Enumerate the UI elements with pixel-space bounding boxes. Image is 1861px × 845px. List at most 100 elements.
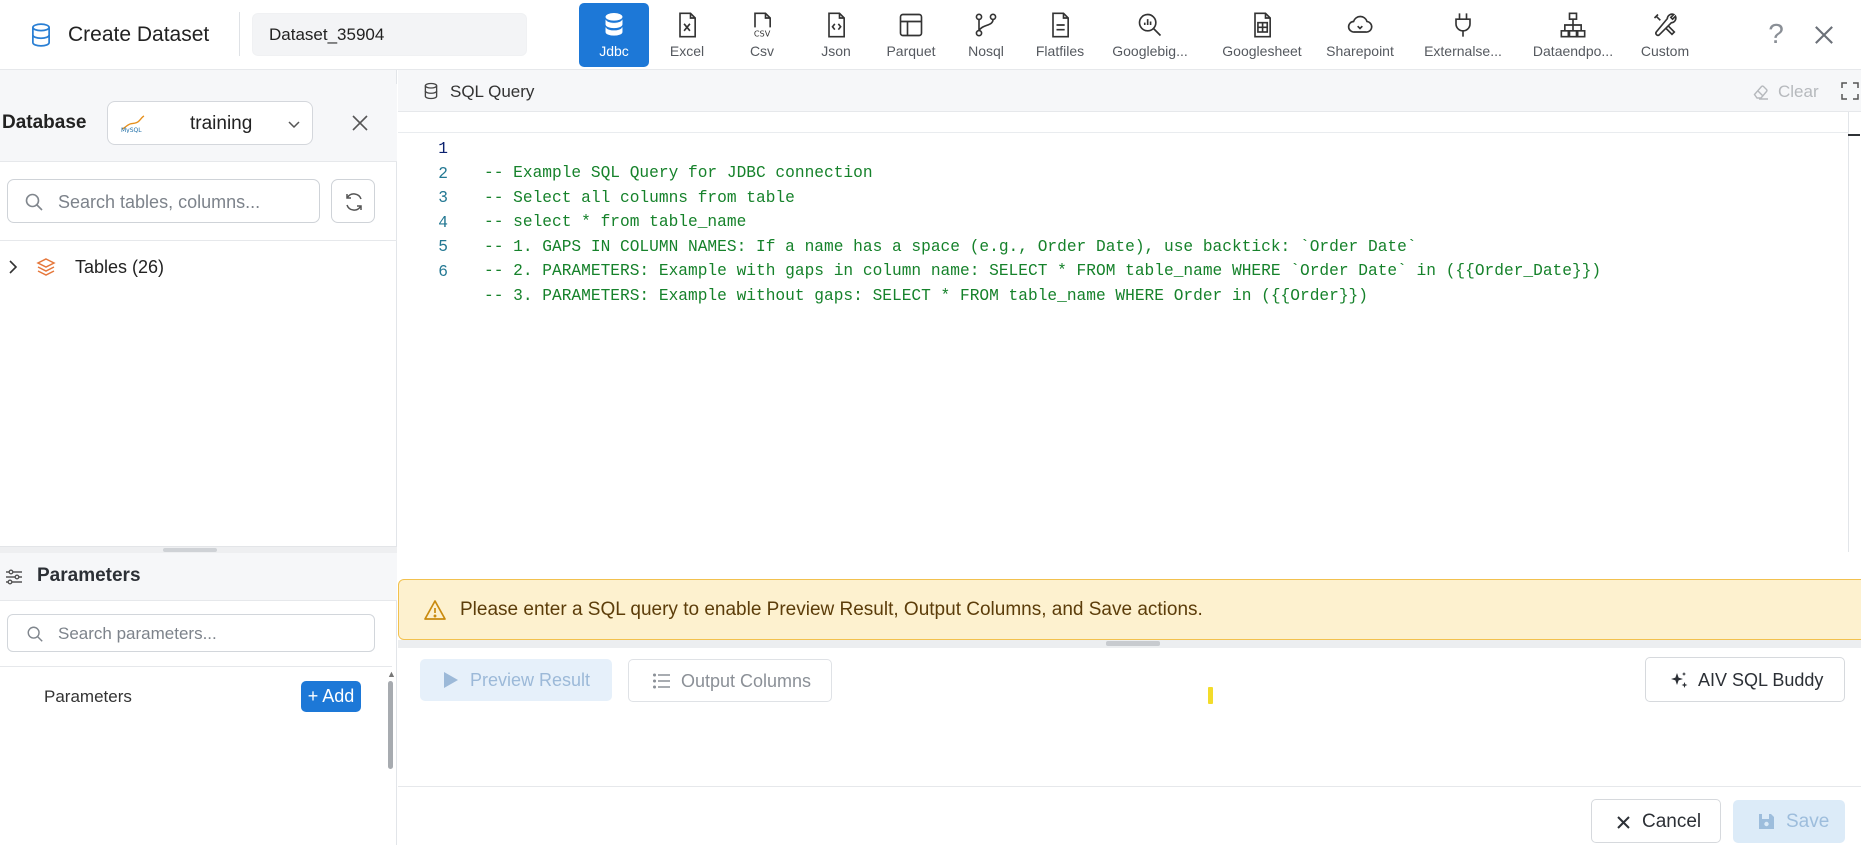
output-columns-button[interactable]: Output Columns bbox=[628, 659, 832, 702]
dataset-name-input[interactable] bbox=[252, 13, 527, 56]
sql-query-header: SQL Query Clear bbox=[398, 70, 1861, 112]
left-panel-gap bbox=[0, 70, 397, 84]
parameter-search-input[interactable]: Search parameters... bbox=[7, 614, 375, 652]
line-number: 6 bbox=[438, 263, 448, 281]
close-icon[interactable] bbox=[1810, 19, 1838, 51]
tables-tree-node[interactable]: Tables (26) bbox=[5, 252, 164, 282]
sql-buddy-button[interactable]: AIV SQL Buddy bbox=[1645, 657, 1845, 702]
search-placeholder: Search parameters... bbox=[58, 624, 217, 643]
svg-text:MySQL: MySQL bbox=[121, 127, 142, 133]
grip bbox=[163, 548, 217, 552]
database-icon bbox=[605, 13, 623, 36]
source-tab-googlebigquery[interactable]: Googlebig... bbox=[1100, 3, 1200, 67]
database-select[interactable]: MySQL training bbox=[107, 101, 313, 145]
clear-label: Clear bbox=[1778, 82, 1819, 101]
code-text: -- 2. PARAMETERS: Example with gaps in c… bbox=[484, 262, 1602, 280]
cancel-button[interactable]: Cancel bbox=[1591, 799, 1721, 843]
page-title: Create Dataset bbox=[68, 23, 210, 46]
mysql-logo-icon: MySQL bbox=[121, 115, 145, 133]
close-database-icon[interactable] bbox=[350, 113, 370, 133]
divider bbox=[239, 12, 240, 56]
source-tab-jdbc[interactable]: Jdbc bbox=[579, 3, 649, 67]
database-selected-value: training bbox=[190, 113, 253, 134]
close-icon bbox=[1617, 816, 1630, 829]
search-chart-icon bbox=[1138, 13, 1162, 37]
database-label: Database bbox=[2, 112, 87, 133]
document-icon bbox=[1052, 12, 1069, 38]
source-tab-label: Googlebig... bbox=[1112, 43, 1188, 59]
excel-file-icon bbox=[679, 12, 696, 38]
code-line: 3 -- select * from table_name bbox=[398, 162, 1848, 231]
refresh-button[interactable] bbox=[331, 179, 375, 223]
source-tab-csv[interactable]: CSV Csv bbox=[727, 3, 797, 67]
app-title-group: Create Dataset bbox=[28, 18, 209, 52]
code-line: 4 -- 1. GAPS IN COLUMN NAMES: If a name … bbox=[398, 187, 1848, 256]
source-tab-nosql[interactable]: Nosql bbox=[951, 3, 1021, 67]
source-tab-label: Sharepoint bbox=[1326, 43, 1394, 59]
warning-text: Please enter a SQL query to enable Previ… bbox=[460, 599, 1203, 620]
parquet-layout-icon bbox=[899, 13, 923, 37]
chevron-down-icon bbox=[288, 121, 300, 129]
source-tab-label: Externalse... bbox=[1424, 43, 1502, 59]
sql-buddy-label: AIV SQL Buddy bbox=[1698, 670, 1824, 690]
spreadsheet-icon bbox=[1254, 12, 1271, 38]
grip bbox=[1106, 641, 1160, 646]
sparkle-icon bbox=[1671, 672, 1688, 688]
divider bbox=[0, 666, 392, 667]
parameters-title: Parameters bbox=[37, 565, 141, 586]
left-panel: Database MySQL training Search tables, c… bbox=[0, 84, 397, 845]
source-tab-googlesheet[interactable]: Googlesheet bbox=[1216, 3, 1308, 67]
vertical-resize-handle[interactable] bbox=[0, 546, 397, 553]
cloud-icon bbox=[1347, 15, 1373, 33]
sql-code-editor[interactable]: 1 -- Example SQL Query for JDBC connecti… bbox=[398, 112, 1860, 552]
warning-banner: Please enter a SQL query to enable Previ… bbox=[398, 579, 1861, 640]
source-tab-label: Jdbc bbox=[599, 43, 629, 59]
eraser-icon bbox=[1753, 85, 1768, 100]
source-tab-custom[interactable]: Custom bbox=[1630, 3, 1700, 67]
source-tab-externalservice[interactable]: Externalse... bbox=[1418, 3, 1508, 67]
chevron-right-icon bbox=[9, 260, 18, 274]
tables-label: Tables (26) bbox=[75, 256, 165, 277]
source-tab-label: Custom bbox=[1640, 43, 1690, 59]
database-header: Database MySQL training bbox=[0, 84, 397, 162]
search-icon bbox=[25, 193, 43, 211]
divider bbox=[0, 240, 397, 241]
layers-icon bbox=[36, 258, 56, 276]
scroll-up-arrow[interactable]: ▲ bbox=[387, 669, 396, 679]
add-parameter-button[interactable]: + Add bbox=[301, 681, 361, 712]
source-tab-label: Json bbox=[821, 43, 851, 59]
preview-result-button[interactable]: Preview Result bbox=[420, 659, 612, 701]
parameters-header: Parameters bbox=[0, 553, 397, 601]
help-icon[interactable]: ? bbox=[1762, 18, 1790, 50]
sql-query-title: SQL Query bbox=[450, 82, 535, 101]
source-tab-dataendpoint[interactable]: Dataendpo... bbox=[1527, 3, 1619, 67]
refresh-icon bbox=[346, 193, 362, 211]
save-label: Save bbox=[1786, 811, 1830, 832]
scrollbar-thumb[interactable] bbox=[388, 681, 393, 769]
expand-icon[interactable] bbox=[1841, 82, 1859, 100]
clear-button[interactable]: Clear bbox=[1752, 82, 1819, 102]
output-columns-label: Output Columns bbox=[681, 671, 812, 691]
code-line: 1 -- Example SQL Query for JDBC connecti… bbox=[398, 113, 1848, 182]
source-tab-flatfiles[interactable]: Flatfiles bbox=[1025, 3, 1095, 67]
top-toolbar: Create Dataset Jdbc Excel CSV Csv bbox=[0, 0, 1861, 70]
source-tab-parquet[interactable]: Parquet bbox=[876, 3, 946, 67]
code-text: -- 3. PARAMETERS: Example without gaps: … bbox=[484, 287, 1368, 305]
sliders-icon bbox=[6, 569, 22, 585]
json-file-icon bbox=[828, 12, 845, 38]
source-tab-json[interactable]: Json bbox=[801, 3, 871, 67]
source-tab-sharepoint[interactable]: Sharepoint bbox=[1320, 3, 1400, 67]
database-icon bbox=[424, 82, 438, 100]
source-tab-label: Parquet bbox=[886, 43, 936, 59]
text-cursor-marker bbox=[1208, 687, 1213, 704]
table-search-input[interactable]: Search tables, columns... bbox=[7, 179, 320, 223]
source-tab-label: Excel bbox=[669, 43, 705, 59]
search-placeholder: Search tables, columns... bbox=[58, 192, 261, 212]
source-tab-excel[interactable]: Excel bbox=[652, 3, 722, 67]
search-icon bbox=[27, 626, 43, 642]
source-tab-label: Csv bbox=[749, 43, 775, 59]
code-line: 6 -- 3. PARAMETERS: Example without gaps… bbox=[398, 236, 1848, 305]
tools-icon bbox=[1653, 13, 1677, 37]
save-button[interactable]: Save bbox=[1733, 800, 1845, 843]
horizontal-resize-handle[interactable] bbox=[398, 640, 1861, 648]
